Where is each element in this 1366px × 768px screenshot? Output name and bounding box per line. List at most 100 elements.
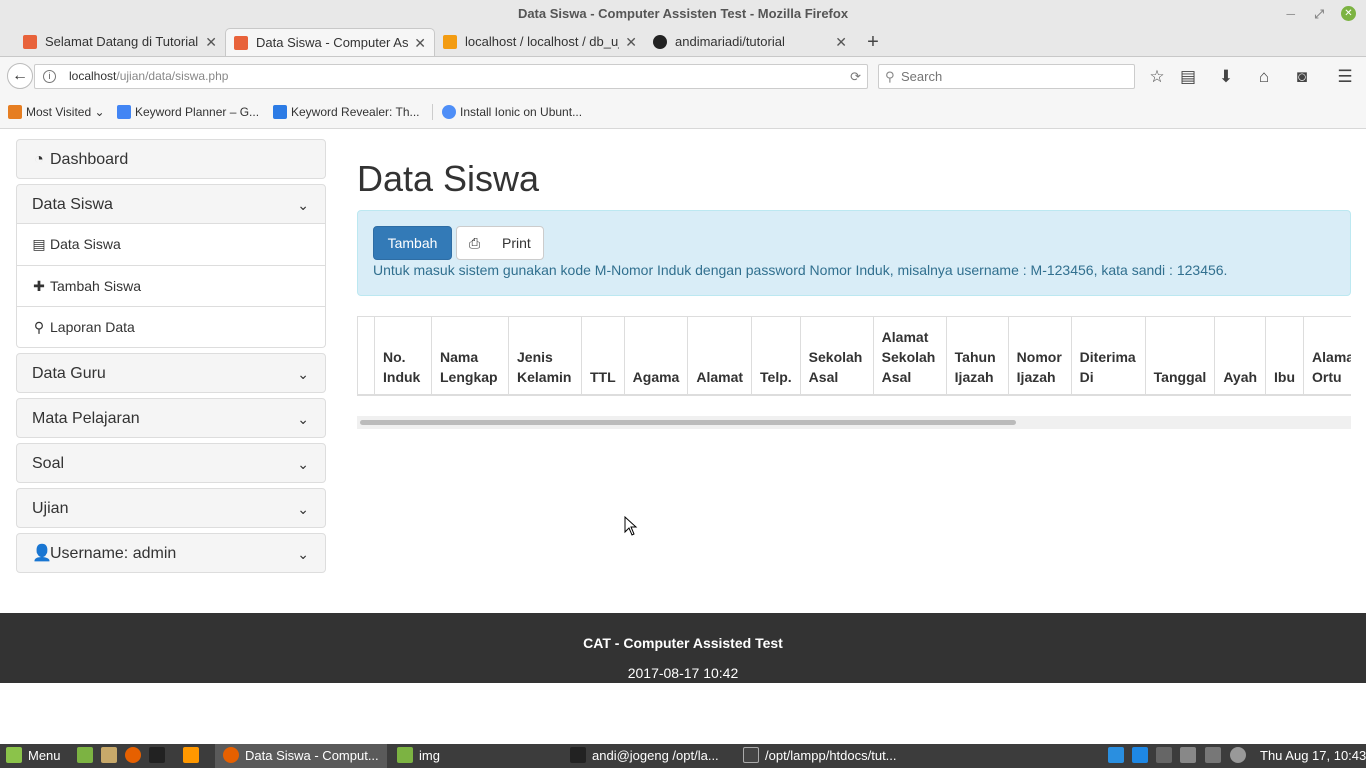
gear-icon bbox=[1230, 747, 1246, 763]
chevron-down-icon: ⌄ bbox=[94, 105, 105, 119]
taskbar-clock[interactable]: Thu Aug 17, 10:43 bbox=[1260, 744, 1366, 768]
submenu-tambah-siswa[interactable]: ✚ Tambah Siswa bbox=[17, 265, 325, 306]
sidebar-item-dashboard[interactable]: ◔ Dashboard bbox=[16, 139, 326, 179]
scrollbar-thumb[interactable] bbox=[360, 420, 1016, 425]
chevron-down-icon: ⌄ bbox=[297, 546, 309, 562]
mint-logo-icon bbox=[6, 747, 22, 763]
header-label: No. Induk bbox=[383, 348, 421, 385]
tray-dropbox[interactable] bbox=[1108, 744, 1130, 768]
launcher-terminal[interactable] bbox=[149, 744, 171, 768]
tray-battery[interactable] bbox=[1205, 744, 1227, 768]
minimize-icon[interactable]: ─ bbox=[1286, 6, 1295, 22]
reading-list-icon[interactable]: ▤ bbox=[1177, 66, 1199, 88]
search-input[interactable] bbox=[901, 67, 1121, 86]
dropbox-icon bbox=[1108, 747, 1124, 763]
adwords-icon bbox=[117, 105, 131, 119]
close-tab-icon[interactable]: ✕ bbox=[625, 28, 637, 56]
sidebar-item-data-siswa[interactable]: Data Siswa ⌄ bbox=[16, 184, 326, 224]
sidebar-item-label: Data Guru bbox=[32, 365, 106, 382]
tab-label: andimariadi/tutorial bbox=[675, 34, 785, 49]
sidebar-item-mata-pelajaran[interactable]: Mata Pelajaran ⌄ bbox=[16, 398, 326, 438]
table-header: TTL bbox=[581, 316, 625, 394]
horizontal-scrollbar[interactable] bbox=[357, 416, 1351, 429]
table-header: Alamat Ortu bbox=[1303, 316, 1351, 394]
plus-icon: ✚ bbox=[33, 278, 45, 294]
chevron-down-icon: ⌄ bbox=[297, 456, 309, 472]
info-text: Untuk masuk sistem gunakan kode M-Nomor … bbox=[373, 262, 1228, 278]
close-tab-icon[interactable]: ✕ bbox=[414, 29, 426, 56]
url-bar[interactable]: i localhost/ujian/data/siswa.php ⟳ bbox=[34, 64, 868, 89]
tab-phpmyadmin[interactable]: localhost / localhost / db_ujian ✕ bbox=[435, 28, 645, 56]
sidebar-item-label: Dashboard bbox=[50, 151, 129, 168]
bookmark-label: Install Ionic on Ubunt... bbox=[460, 105, 583, 119]
print-icon: ⎙ bbox=[469, 235, 481, 251]
url-path: /ujian/data/siswa.php bbox=[116, 69, 229, 83]
tray-shield[interactable] bbox=[1132, 744, 1154, 768]
taskbar-app-editor[interactable]: /opt/lampp/htdocs/tut... bbox=[743, 744, 897, 768]
info-icon[interactable]: i bbox=[43, 70, 56, 83]
pocket-icon[interactable]: ◙ bbox=[1291, 66, 1313, 88]
print-button[interactable]: ⎙ Print bbox=[456, 226, 544, 260]
sublime-icon bbox=[183, 747, 199, 763]
header-label: Diterima Di bbox=[1079, 348, 1136, 385]
sidebar-item-soal[interactable]: Soal ⌄ bbox=[16, 443, 326, 483]
bookmark-keyword-revealer[interactable]: Keyword Revealer: Th... bbox=[273, 96, 420, 128]
hamburger-menu-icon[interactable]: ☰ bbox=[1334, 66, 1356, 88]
taskbar-app-img[interactable]: img bbox=[397, 744, 440, 768]
home-icon[interactable]: ⌂ bbox=[1253, 66, 1275, 88]
firefox-icon bbox=[125, 747, 141, 763]
ionic-icon bbox=[442, 105, 456, 119]
close-window-icon[interactable]: ✕ bbox=[1341, 6, 1356, 21]
reload-icon[interactable]: ⟳ bbox=[850, 65, 861, 88]
close-tab-icon[interactable]: ✕ bbox=[835, 28, 847, 56]
tab-selamat-datang[interactable]: Selamat Datang di Tutorial ✕ bbox=[15, 28, 225, 56]
new-tab-icon[interactable]: + bbox=[863, 28, 883, 56]
taskbar-app-label: andi@jogeng /opt/la... bbox=[592, 748, 719, 763]
table-header: Tahun Ijazah bbox=[945, 316, 1009, 394]
tray-volume[interactable] bbox=[1180, 744, 1202, 768]
bookmark-install-ionic[interactable]: Install Ionic on Ubunt... bbox=[442, 96, 582, 128]
download-icon[interactable]: ⬇ bbox=[1215, 66, 1237, 88]
tab-github[interactable]: andimariadi/tutorial ✕ bbox=[645, 28, 855, 56]
back-icon[interactable]: ← bbox=[7, 63, 33, 89]
main-content: Data Siswa Tambah ⎙ Print Untuk masuk si… bbox=[357, 129, 1351, 429]
table-header: Alamat bbox=[687, 316, 752, 394]
submenu-laporan-data[interactable]: ⚲ Laporan Data bbox=[17, 306, 325, 347]
restore-icon[interactable]: ⤢ bbox=[1314, 6, 1324, 22]
taskbar-app-firefox[interactable]: Data Siswa - Comput... bbox=[215, 744, 387, 768]
table-header-row: No. Induk Nama Lengkap Jenis Kelamin TTL… bbox=[357, 316, 1351, 394]
launcher-sublime[interactable] bbox=[183, 744, 205, 768]
sidebar: ◔ Dashboard Data Siswa ⌄ ▤ Data Siswa ✚ Tam… bbox=[16, 139, 326, 578]
close-tab-icon[interactable]: ✕ bbox=[205, 28, 217, 56]
search-bar[interactable]: ⚲ bbox=[878, 64, 1135, 89]
tray-settings[interactable] bbox=[1230, 744, 1252, 768]
submenu-data-siswa[interactable]: ▤ Data Siswa bbox=[17, 224, 325, 265]
launcher-folder[interactable] bbox=[101, 744, 123, 768]
table-header: Tanggal bbox=[1144, 316, 1215, 394]
bookmark-label: Keyword Planner – G... bbox=[135, 105, 260, 119]
tray-network[interactable] bbox=[1156, 744, 1178, 768]
bookmark-keyword-planner[interactable]: Keyword Planner – G... bbox=[117, 96, 259, 128]
launcher-files[interactable] bbox=[77, 744, 99, 768]
students-table: No. Induk Nama Lengkap Jenis Kelamin TTL… bbox=[357, 316, 1351, 394]
taskbar-app-terminal[interactable]: andi@jogeng /opt/la... bbox=[570, 744, 719, 768]
sidebar-item-ujian[interactable]: Ujian ⌄ bbox=[16, 488, 326, 528]
taskbar-menu-button[interactable]: Menu bbox=[6, 744, 61, 768]
editor-icon bbox=[743, 747, 759, 763]
user-icon: 👤 bbox=[32, 545, 52, 562]
sidebar-item-label: Ujian bbox=[32, 500, 69, 517]
bookmark-most-visited[interactable]: Most Visited ⌄ bbox=[8, 96, 105, 128]
sidebar-item-label: Soal bbox=[32, 455, 65, 472]
launcher-firefox[interactable] bbox=[125, 744, 147, 768]
github-icon bbox=[653, 35, 667, 49]
tab-label: Data Siswa - Computer Assisten Test bbox=[256, 35, 408, 50]
sidebar-item-username[interactable]: 👤Username: admin ⌄ bbox=[16, 533, 326, 573]
keyword-revealer-icon bbox=[273, 105, 287, 119]
bookmark-star-icon[interactable]: ☆ bbox=[1146, 66, 1168, 88]
chevron-down-icon: ⌄ bbox=[297, 197, 309, 213]
header-label: Nama Lengkap bbox=[440, 348, 498, 385]
table-header: Nama Lengkap bbox=[431, 316, 509, 394]
tambah-button[interactable]: Tambah bbox=[373, 226, 452, 260]
tab-data-siswa[interactable]: Data Siswa - Computer Assisten Test ✕ bbox=[225, 28, 435, 56]
sidebar-item-data-guru[interactable]: Data Guru ⌄ bbox=[16, 353, 326, 393]
